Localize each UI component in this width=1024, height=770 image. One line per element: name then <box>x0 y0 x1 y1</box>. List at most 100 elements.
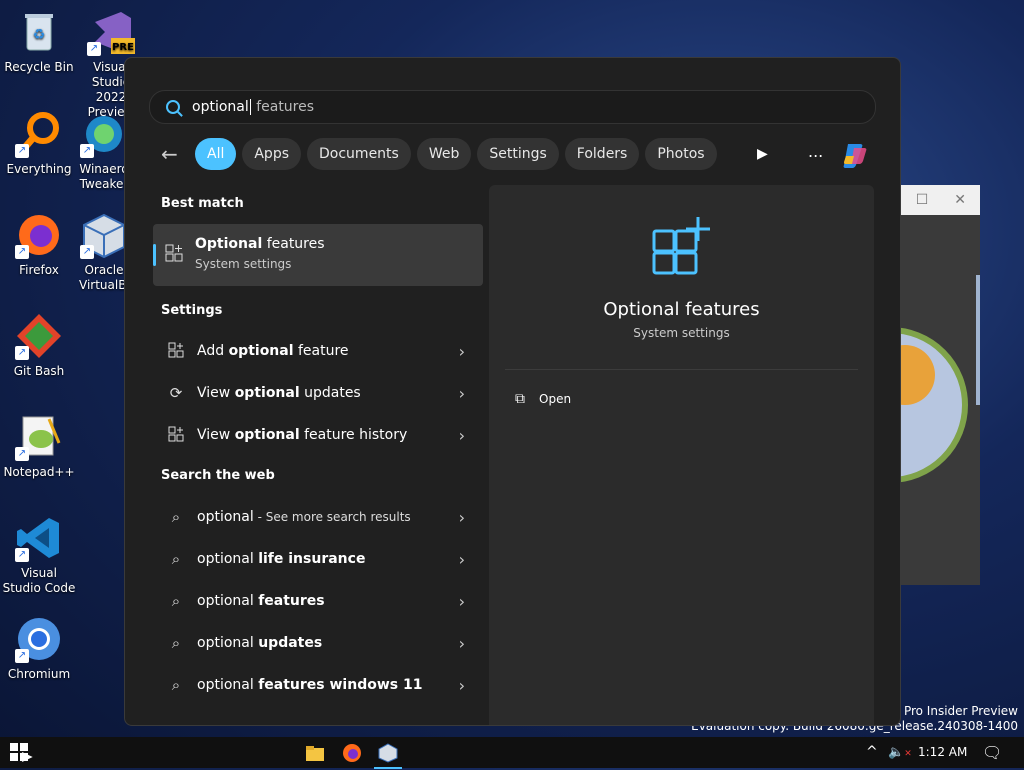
back-arrow-icon[interactable]: ← <box>161 143 183 165</box>
desktop-icon-winaero[interactable]: ↗ Winaero Tweaker <box>79 110 129 192</box>
more-options-button[interactable]: ... <box>808 142 823 161</box>
results-list: Best match Optional features System sett… <box>153 184 483 706</box>
taskbar-firefox[interactable] <box>342 743 362 763</box>
web-item-features-windows-11[interactable]: ⌕ optional features windows 11 › <box>153 664 483 706</box>
web-item-features[interactable]: ⌕ optional features › <box>153 580 483 622</box>
desktop-icon-firefox[interactable]: ↗ Firefox <box>1 211 77 278</box>
search-icon: ⌕ <box>171 676 181 694</box>
desktop-icon-label: Visual Studio Code <box>2 566 76 595</box>
desktop-icon-label: Oracle VirtualBox <box>79 263 129 292</box>
active-app-indicator <box>374 767 402 769</box>
search-icon <box>166 100 180 114</box>
desktop-icon-label: Git Bash <box>13 364 65 378</box>
desktop-icon-label: Everything <box>6 162 72 176</box>
taskbar-virtualbox[interactable] <box>374 743 402 769</box>
grid-plus-icon <box>165 244 183 266</box>
chevron-right-icon: › <box>458 341 465 361</box>
firefox-icon: ↗ <box>15 211 63 259</box>
desktop-icon-virtualbox[interactable]: ↗ Oracle VirtualBox <box>79 211 129 293</box>
taskbar-file-explorer[interactable] <box>305 743 325 763</box>
best-match-subtitle: System settings <box>195 257 292 271</box>
desktop-icon-label: Winaero Tweaker <box>79 162 129 191</box>
preview-pane: Optional features System settings ⧉ Open <box>489 185 874 725</box>
desktop-icon-label: Notepad++ <box>3 465 75 479</box>
open-action[interactable]: ⧉ Open <box>515 391 571 407</box>
chevron-right-icon: › <box>458 425 465 445</box>
search-text[interactable]: optional features <box>192 99 314 115</box>
desktop-icon-label: Chromium <box>7 667 71 681</box>
filter-chip-documents[interactable]: Documents <box>307 138 411 170</box>
desktop-icon-chromium[interactable]: ↗ Chromium <box>1 615 77 682</box>
settings-item-label: Add optional feature <box>197 343 349 359</box>
virtualbox-icon <box>378 743 398 763</box>
shortcut-arrow-icon: ↗ <box>15 144 29 158</box>
divider <box>505 369 858 370</box>
svg-text:♻: ♻ <box>33 27 46 43</box>
taskbar: ➤ ^ 🔈✕ 1:12 AM 🗨 <box>0 737 1024 769</box>
shortcut-arrow-icon: ↗ <box>15 649 29 663</box>
virtualbox-icon: ↗ <box>80 211 128 259</box>
preview-subtitle: System settings <box>633 326 730 340</box>
desktop-icon-notepadpp[interactable]: ↗ Notepad++ <box>1 413 77 480</box>
git-bash-icon: ↗ <box>15 312 63 360</box>
shortcut-arrow-icon: ↗ <box>80 144 94 158</box>
optional-features-icon <box>652 217 710 275</box>
close-icon[interactable]: ✕ <box>954 192 966 208</box>
shortcut-arrow-icon: ↗ <box>87 42 101 56</box>
notifications-icon[interactable]: 🗨 <box>982 737 1002 768</box>
desktop-icon-git-bash[interactable]: ↗ Git Bash <box>1 312 77 379</box>
open-external-icon: ⧉ <box>515 391 525 407</box>
clock[interactable]: 1:12 AM <box>918 737 967 768</box>
web-item-label: optional updates <box>197 635 323 651</box>
preview-title: Optional features <box>603 299 760 320</box>
more-filters-play-icon[interactable]: ▶ <box>757 146 768 162</box>
visual-studio-icon: PRE ↗ <box>87 8 135 56</box>
firefox-icon <box>343 744 361 762</box>
maximize-icon[interactable]: ☐ <box>916 192 929 208</box>
web-item-label: optional features windows 11 <box>197 677 423 693</box>
desktop-icon-recycle-bin[interactable]: ♻ Recycle Bin <box>1 8 77 75</box>
mouse-cursor-icon: ➤ <box>20 747 34 766</box>
chevron-right-icon: › <box>458 383 465 403</box>
desktop-icon-label: Recycle Bin <box>4 60 74 74</box>
settings-item-view-optional-updates[interactable]: ⟳ View optional updates › <box>153 372 483 414</box>
search-suggestion-suffix: features <box>251 99 315 115</box>
shortcut-arrow-icon: ↗ <box>15 346 29 360</box>
shortcut-arrow-icon: ↗ <box>80 245 94 259</box>
best-match-item[interactable]: Optional features System settings <box>153 224 483 286</box>
svg-text:PRE: PRE <box>112 42 134 53</box>
recycle-bin-icon: ♻ <box>15 8 63 56</box>
grid-plus-icon <box>167 426 185 444</box>
copilot-icon[interactable] <box>840 140 870 170</box>
web-item-life-insurance[interactable]: ⌕ optional life insurance › <box>153 538 483 580</box>
filter-chip-settings[interactable]: Settings <box>477 138 559 170</box>
search-icon: ⌕ <box>171 508 181 526</box>
filter-chip-all[interactable]: All <box>195 138 237 170</box>
chevron-right-icon: › <box>458 633 465 653</box>
filter-chip-apps[interactable]: Apps <box>242 138 302 170</box>
shortcut-arrow-icon: ↗ <box>15 548 29 562</box>
web-item-updates[interactable]: ⌕ optional updates › <box>153 622 483 664</box>
filter-bar: ← All Apps Documents Web Settings Folder… <box>161 138 723 170</box>
search-panel: optional features ← All Apps Documents W… <box>124 57 901 726</box>
search-box[interactable]: optional features <box>149 90 876 124</box>
web-item-see-more[interactable]: ⌕ optional - See more search results › <box>153 496 483 538</box>
desktop-icon-everything[interactable]: ↗ Everything <box>1 110 77 177</box>
volume-muted-icon[interactable]: 🔈✕ <box>888 737 912 768</box>
desktop-icon-vscode[interactable]: ↗ Visual Studio Code <box>1 514 77 596</box>
web-item-label: optional - See more search results <box>197 509 411 525</box>
web-item-label: optional features <box>197 593 325 609</box>
vscode-icon: ↗ <box>15 514 63 562</box>
chevron-right-icon: › <box>458 507 465 527</box>
filter-chip-web[interactable]: Web <box>416 138 472 170</box>
everything-icon: ↗ <box>15 110 63 158</box>
settings-item-add-optional-feature[interactable]: Add optional feature › <box>153 330 483 372</box>
chromium-icon: ↗ <box>15 615 63 663</box>
search-web-header: Search the web <box>161 468 275 483</box>
folder-icon <box>306 746 324 761</box>
filter-chip-folders[interactable]: Folders <box>564 138 640 170</box>
shortcut-arrow-icon: ↗ <box>15 447 29 461</box>
settings-item-view-feature-history[interactable]: View optional feature history › <box>153 414 483 456</box>
show-hidden-icons[interactable]: ^ <box>866 737 878 768</box>
filter-chip-photos[interactable]: Photos <box>645 138 717 170</box>
